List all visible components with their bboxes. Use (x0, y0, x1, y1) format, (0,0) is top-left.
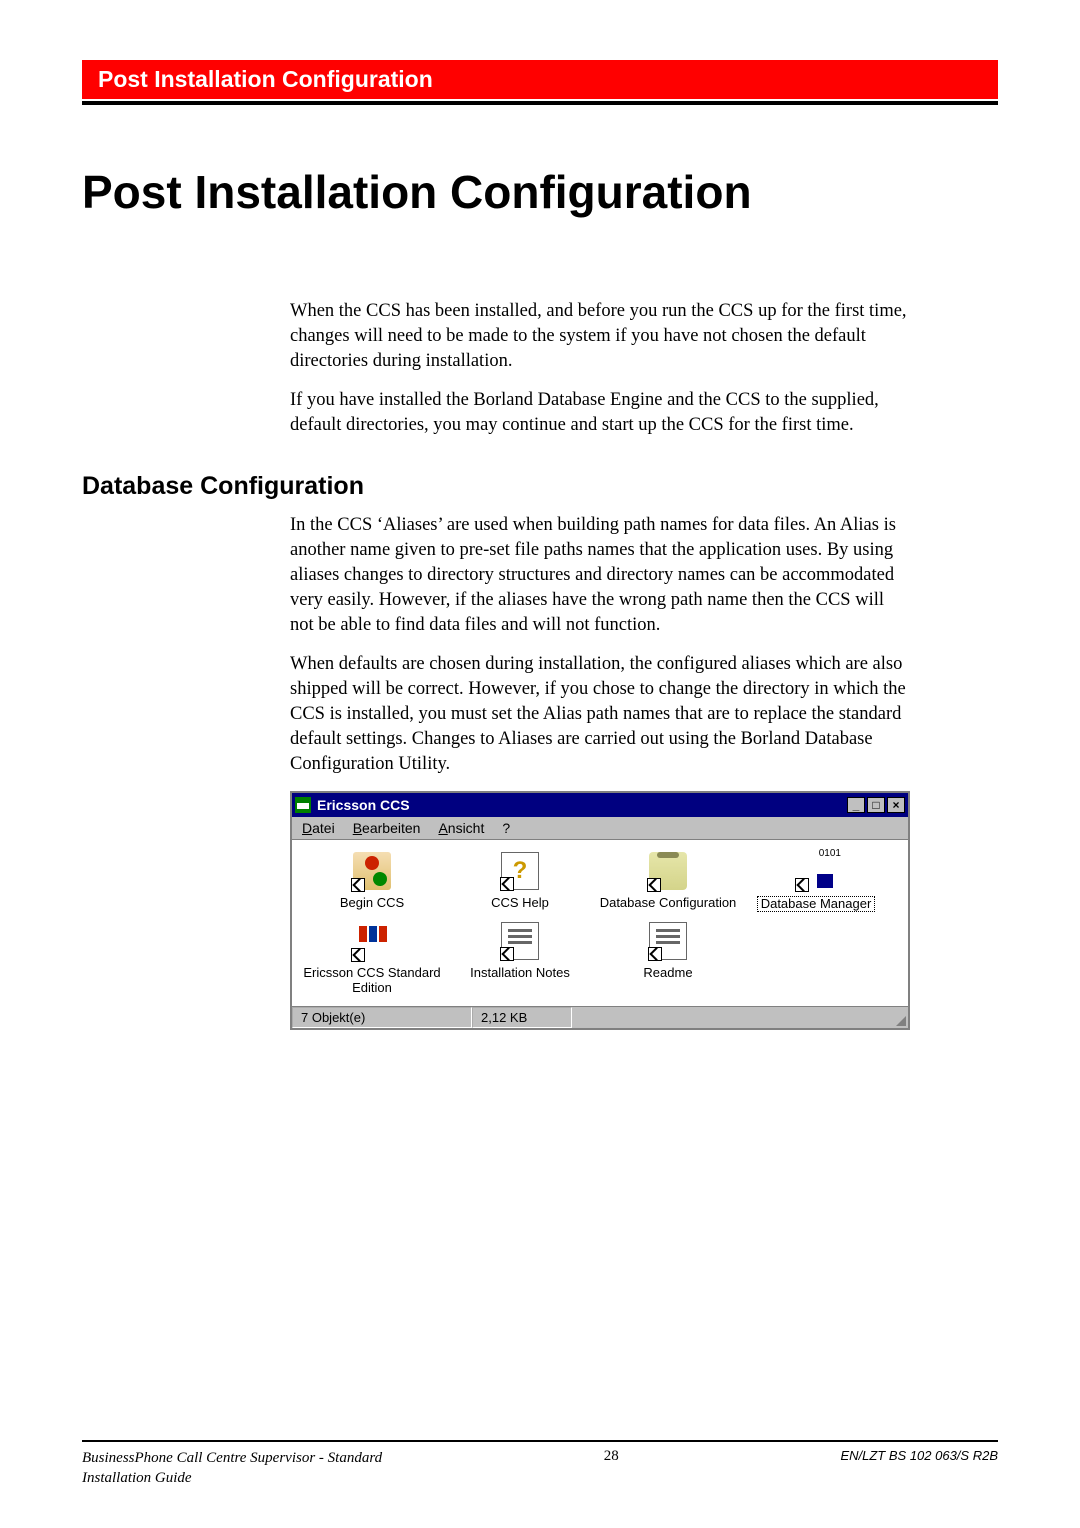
menu-datei[interactable]: Datei (302, 820, 335, 836)
database-manager-icon (797, 852, 835, 890)
menu-ansicht[interactable]: Ansicht (438, 820, 484, 836)
banner-rule (82, 101, 998, 105)
shortcut-overlay-icon (500, 877, 514, 891)
ccs-help-label: CCS Help (491, 896, 549, 911)
status-size: 2,12 KB (472, 1007, 572, 1028)
footer-doc-id: EN/LZT BS 102 063/S R2B (840, 1448, 998, 1463)
menu-bar: Datei Bearbeiten Ansicht ? (292, 817, 908, 840)
intro-para-2: If you have installed the Borland Databa… (290, 388, 910, 438)
chapter-title: Post Installation Configuration (82, 165, 998, 219)
maximize-button[interactable]: □ (867, 797, 885, 813)
menu-bearbeiten[interactable]: Bearbeiten (353, 820, 421, 836)
page-footer: BusinessPhone Call Centre Supervisor - S… (82, 1440, 998, 1489)
resize-grip-icon[interactable] (890, 1007, 908, 1028)
shortcut-overlay-icon (351, 948, 365, 962)
ericsson-ccs-label: Ericsson CCS Standard Edition (302, 966, 442, 996)
shortcut-overlay-icon (795, 878, 809, 892)
db-para-2: When defaults are chosen during installa… (290, 652, 910, 777)
begin-ccs-label: Begin CCS (340, 896, 404, 911)
shortcut-ccs-help[interactable]: CCS Help (450, 852, 590, 913)
footer-doc-title: BusinessPhone Call Centre Supervisor - S… (82, 1448, 382, 1468)
section-database-configuration: Database Configuration (82, 472, 998, 501)
page-number: 28 (604, 1448, 619, 1465)
shortcut-overlay-icon (351, 878, 365, 892)
close-button[interactable]: × (887, 797, 905, 813)
installation-notes-label: Installation Notes (470, 966, 570, 981)
shortcut-ericsson-ccs-standard[interactable]: Ericsson CCS Standard Edition (302, 922, 442, 996)
window-titlebar[interactable]: Ericsson CCS _ □ × (292, 793, 908, 817)
minimize-button[interactable]: _ (847, 797, 865, 813)
shortcut-installation-notes[interactable]: Installation Notes (450, 922, 590, 996)
db-para-1: In the CCS ‘Aliases’ are used when build… (290, 513, 910, 638)
shortcut-readme[interactable]: Readme (598, 922, 738, 996)
database-manager-label: Database Manager (757, 896, 876, 913)
footer-doc-subtitle: Installation Guide (82, 1468, 382, 1488)
folder-content-area: Begin CCS CCS Help Database Configuratio… (292, 840, 908, 1007)
window-title: Ericsson CCS (317, 797, 410, 813)
menu-help[interactable]: ? (502, 820, 510, 836)
readme-icon (649, 922, 687, 960)
database-configuration-label: Database Configuration (600, 896, 737, 911)
shortcut-overlay-icon (647, 878, 661, 892)
ericsson-ccs-window: Ericsson CCS _ □ × Datei Bearbeiten Ansi… (290, 791, 910, 1031)
shortcut-overlay-icon (648, 947, 662, 961)
intro-para-1: When the CCS has been installed, and bef… (290, 299, 910, 374)
ericsson-ccs-icon (353, 922, 391, 960)
status-bar: 7 Objekt(e) 2,12 KB (292, 1006, 908, 1028)
status-object-count: 7 Objekt(e) (292, 1007, 472, 1028)
window-icon (295, 797, 311, 813)
footer-rule (82, 1440, 998, 1442)
ccs-help-icon (501, 852, 539, 890)
begin-ccs-icon (353, 852, 391, 890)
chapter-banner: Post Installation Configuration (82, 60, 998, 99)
shortcut-database-manager[interactable]: Database Manager (746, 852, 886, 913)
installation-notes-icon (501, 922, 539, 960)
shortcut-overlay-icon (500, 947, 514, 961)
readme-label: Readme (643, 966, 692, 981)
shortcut-database-configuration[interactable]: Database Configuration (598, 852, 738, 913)
database-configuration-icon (649, 852, 687, 890)
shortcut-begin-ccs[interactable]: Begin CCS (302, 852, 442, 913)
